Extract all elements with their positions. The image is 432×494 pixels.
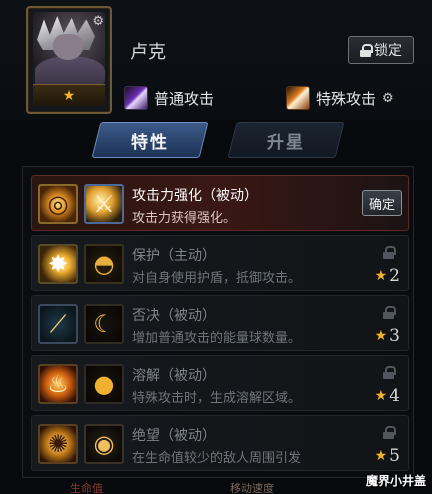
star-icon: ★	[374, 268, 388, 284]
required-star-rank: ★ 4	[374, 386, 400, 406]
lock-icon	[383, 364, 396, 383]
trait-list: ◎ ⚔ 攻击力强化（被动） 攻击力获得强化。 确定 ✸ ◓ 保护（主动） 对自身…	[22, 166, 414, 478]
trait-description: 增加普通攻击的能量球数量。	[132, 331, 302, 346]
special-attack-label: 特殊攻击	[316, 89, 377, 108]
trait-description: 对自身使用护盾，抵御攻击。	[132, 271, 302, 286]
trait-row[interactable]: ✸ ◓ 保护（主动） 对自身使用护盾，抵御攻击。 ★ 2	[31, 235, 409, 291]
eye-icon: ◉	[84, 424, 124, 464]
lock-icon	[383, 304, 396, 323]
lock-button[interactable]: 锁定	[348, 36, 414, 64]
special-attack-icon	[286, 86, 310, 110]
golden-dome-shield-icon: ◓	[84, 244, 124, 284]
trait-description: 特殊攻击时，生成溶解区域。	[132, 391, 302, 406]
special-attack-skill[interactable]: 特殊攻击 ⚙	[286, 86, 394, 110]
star-icon: ★	[374, 448, 388, 464]
trait-row[interactable]: ⟋ ☾ 否决（被动） 增加普通攻击的能量球数量。 ★ 3	[31, 295, 409, 351]
crescent-moon-icon: ☾	[84, 304, 124, 344]
trait-description: 在生命值较少的敌人周围引发	[132, 451, 302, 466]
required-star-rank: ★ 2	[374, 266, 400, 286]
tab-traits[interactable]: 特性	[96, 122, 204, 158]
tab-bar: 特性 升星	[0, 120, 432, 164]
target-burst-icon: ◎	[38, 184, 78, 224]
lock-icon	[383, 424, 396, 443]
lock-icon	[383, 244, 396, 263]
trait-row[interactable]: ◎ ⚔ 攻击力强化（被动） 攻击力获得强化。 确定	[31, 175, 409, 231]
portrait-star-rank: ★	[33, 84, 105, 106]
triple-slash-icon: ⟋	[38, 304, 78, 344]
lock-button-label: 锁定	[374, 43, 402, 59]
trait-name: 溶解（被动）	[132, 368, 216, 384]
normal-attack-label: 普通攻击	[154, 89, 215, 108]
stat-label-speed: 移动速度	[230, 482, 274, 494]
required-star-rank: ★ 5	[374, 446, 400, 466]
hero-name: 卢克	[130, 42, 166, 63]
orbs-icon: ●	[84, 364, 124, 404]
normal-attack-skill[interactable]: 普通攻击	[124, 86, 214, 110]
hero-header: ⚙ ★ 卢克 锁定 普通攻击 特殊攻击 ⚙	[0, 0, 432, 120]
gear-icon: ⚙	[92, 14, 104, 29]
energy-burst-icon: ✸	[38, 244, 78, 284]
radiant-figure-icon: ✺	[38, 424, 78, 464]
trait-description: 攻击力获得强化。	[132, 211, 237, 226]
confirm-button[interactable]: 确定	[362, 190, 402, 216]
golden-sword-icon: ⚔	[84, 184, 124, 224]
tab-star-upgrade[interactable]: 升星	[232, 122, 340, 158]
flame-icon: ♨	[38, 364, 78, 404]
trait-row[interactable]: ✺ ◉ 绝望（被动） 在生命值较少的敌人周围引发 ★ 5	[31, 415, 409, 471]
watermark: 魔界小井盖	[365, 474, 426, 488]
stat-label-hp: 生命值	[70, 482, 103, 494]
hero-portrait-card[interactable]: ⚙ ★	[26, 6, 112, 114]
star-icon: ★	[374, 388, 388, 404]
star-icon: ★	[374, 328, 388, 344]
normal-attack-icon	[124, 86, 148, 110]
star-icon: ★	[62, 87, 76, 104]
trait-name: 攻击力强化（被动）	[132, 188, 258, 204]
gear-icon: ⚙	[382, 90, 394, 106]
trait-name: 绝望（被动）	[132, 428, 216, 444]
required-star-rank: ★ 3	[374, 326, 400, 346]
trait-name: 保护（主动）	[132, 248, 216, 264]
trait-name: 否决（被动）	[132, 308, 216, 324]
lock-icon	[360, 43, 373, 57]
trait-row[interactable]: ♨ ● 溶解（被动） 特殊攻击时，生成溶解区域。 ★ 4	[31, 355, 409, 411]
